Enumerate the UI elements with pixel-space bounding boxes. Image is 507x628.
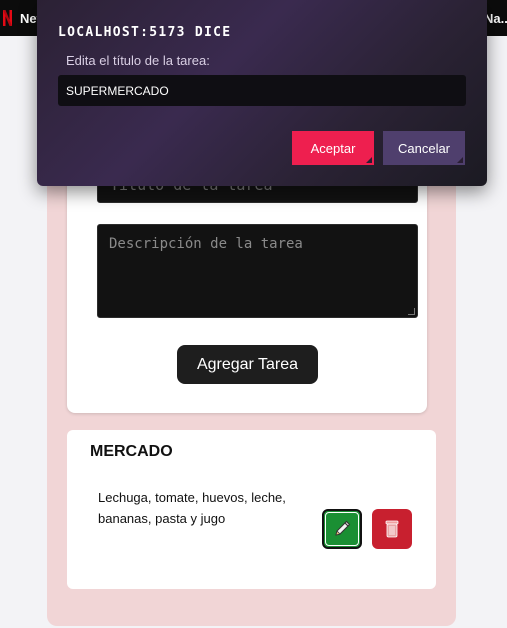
corner-decoration [457, 157, 463, 163]
delete-task-button[interactable] [372, 509, 412, 549]
cancel-button[interactable]: Cancelar [383, 131, 465, 165]
add-task-button[interactable]: Agregar Tarea [177, 345, 318, 384]
task-title: MERCADO [90, 443, 173, 460]
bookmark-other[interactable]: Na... [484, 11, 507, 26]
dialog-title: LOCALHOST:5173 DICE [58, 25, 232, 40]
corner-decoration [366, 157, 372, 163]
trash-icon [385, 520, 399, 538]
task-description-placeholder: Descripción de la tarea [109, 236, 303, 252]
netflix-icon[interactable] [3, 10, 12, 26]
dialog-message: Edita el título de la tarea: [66, 53, 210, 68]
task-description: Lechuga, tomate, huevos, leche, bananas,… [98, 490, 286, 526]
accept-button[interactable]: Aceptar [292, 131, 374, 165]
accept-button-label: Aceptar [310, 140, 356, 156]
resize-handle-icon[interactable] [408, 308, 415, 315]
edit-task-button[interactable] [322, 509, 362, 549]
dialog-input[interactable]: SUPERMERCADO [58, 75, 466, 106]
pencil-icon [335, 520, 351, 536]
cancel-button-label: Cancelar [397, 140, 451, 156]
dialog-input-value: SUPERMERCADO [66, 84, 169, 98]
task-description-input[interactable]: Descripción de la tarea [97, 224, 418, 318]
